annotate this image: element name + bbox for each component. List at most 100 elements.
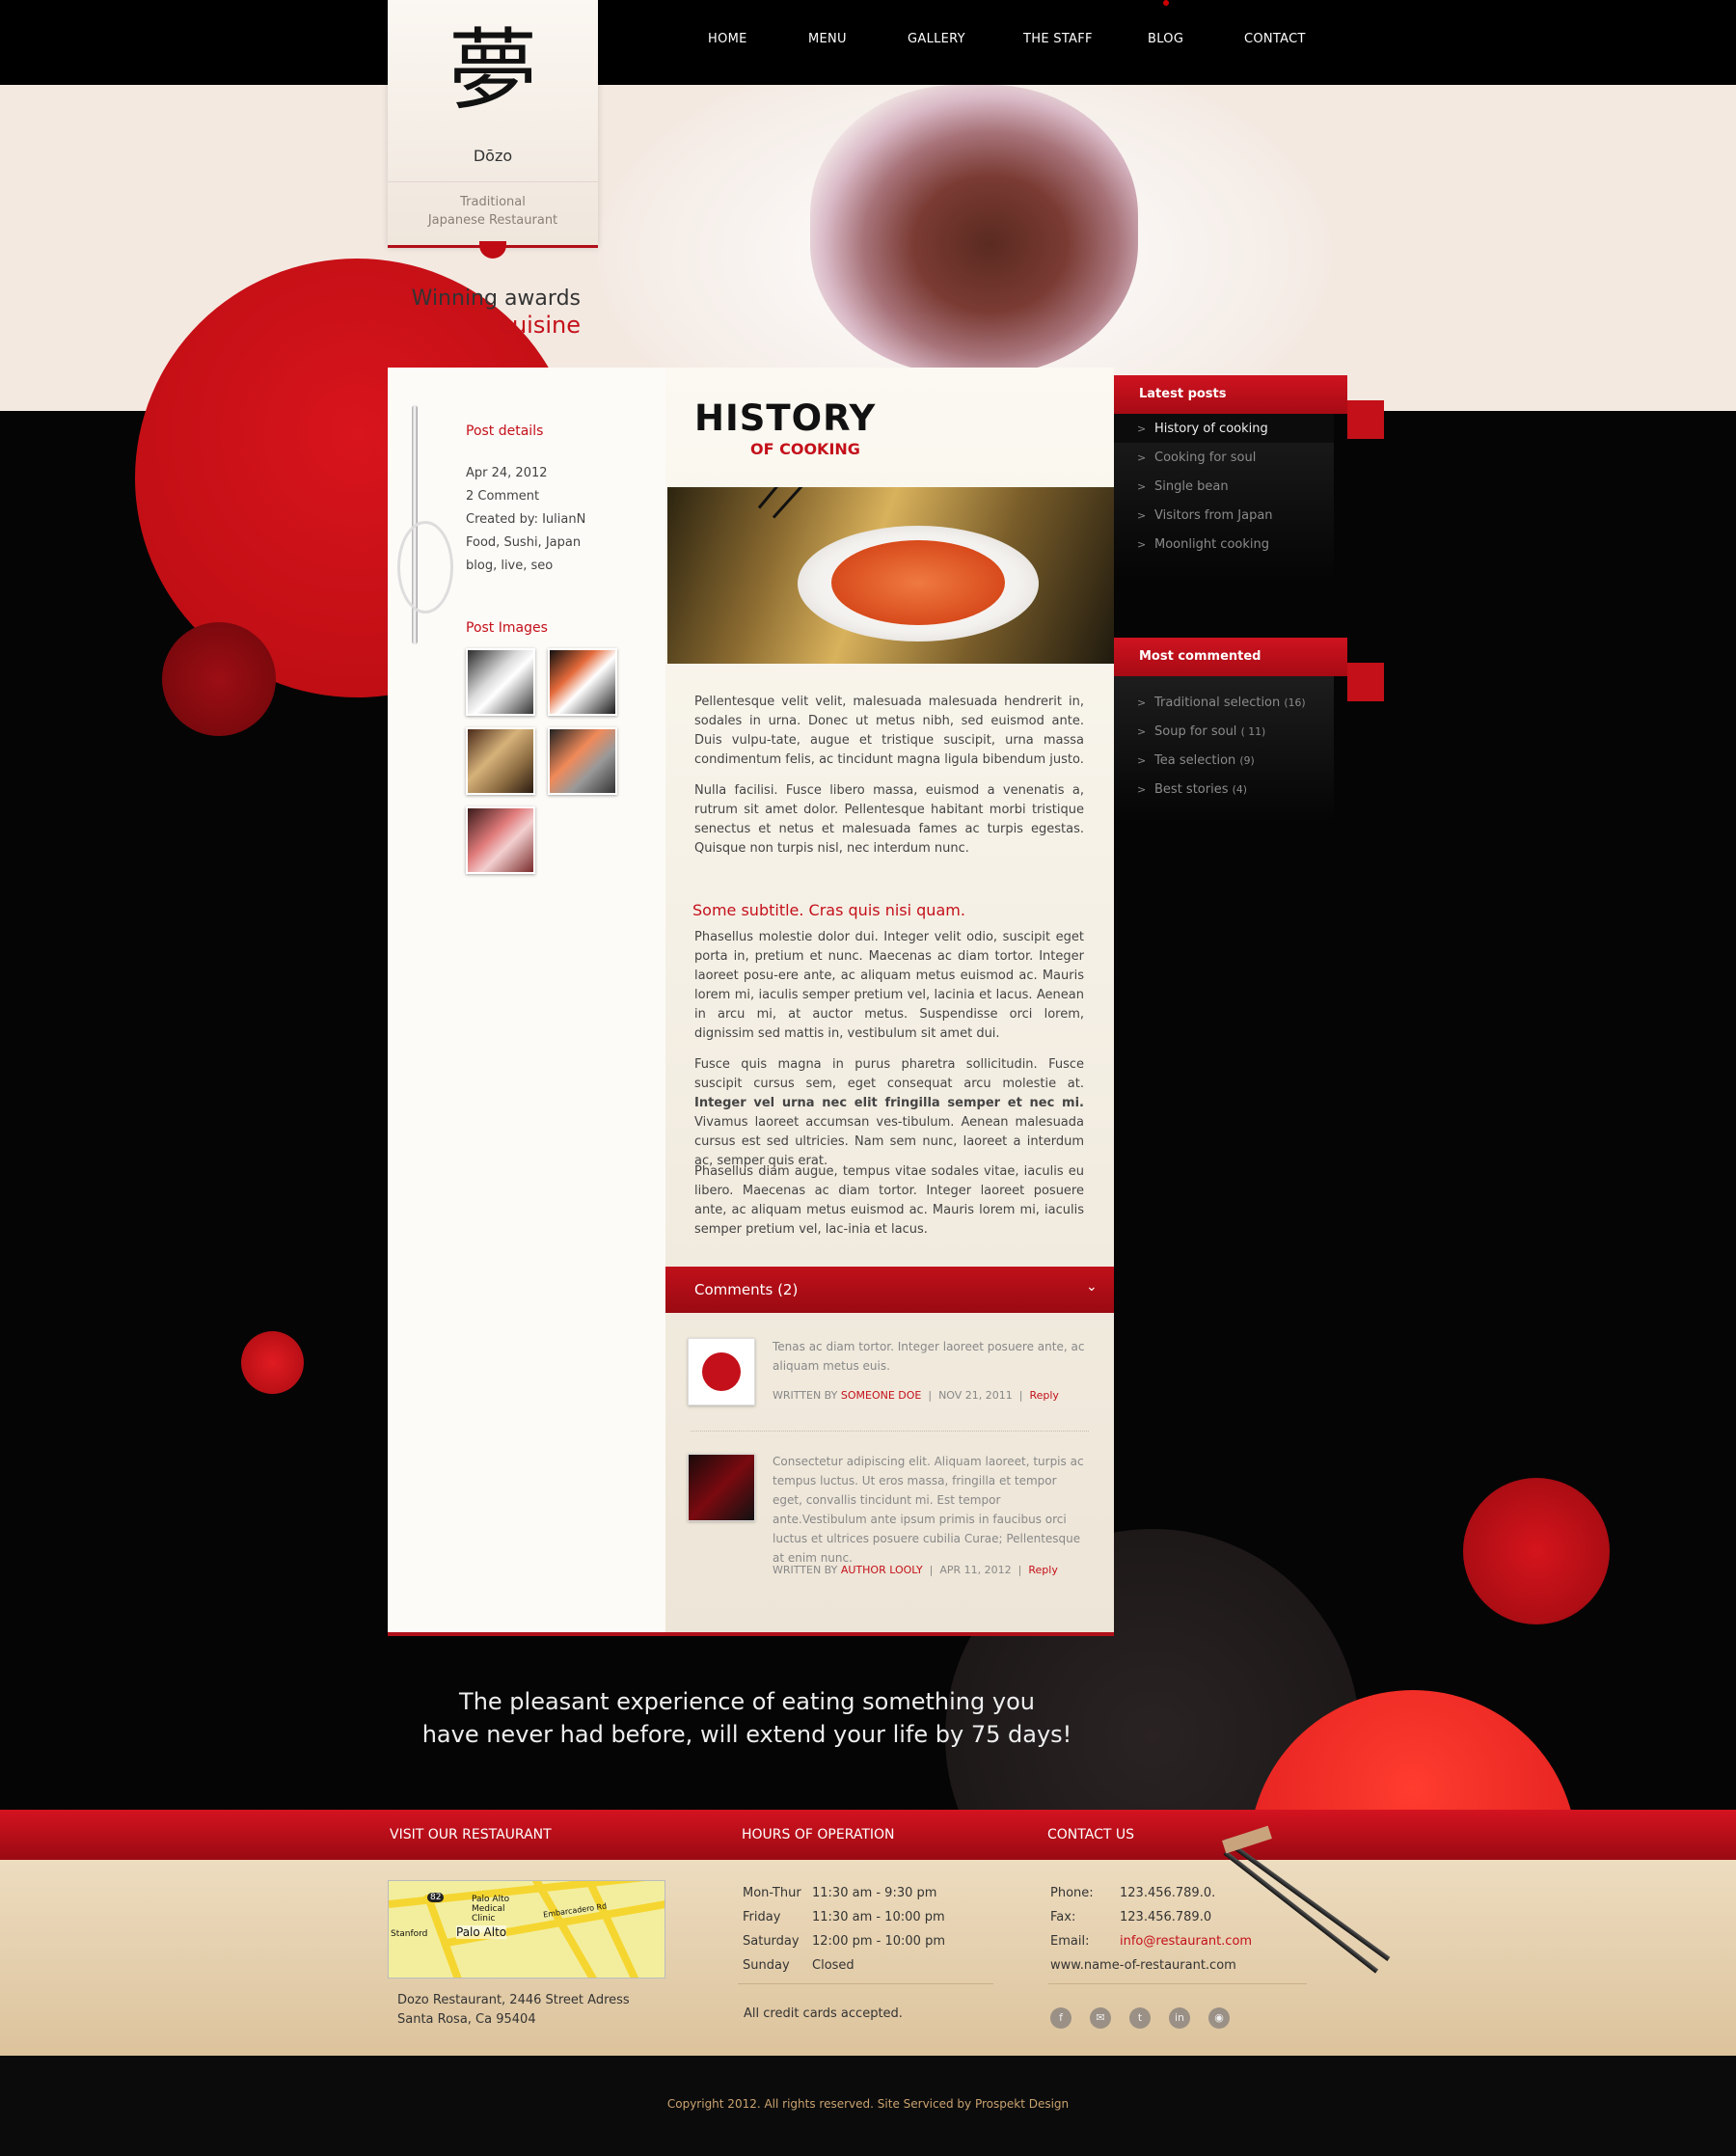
hours-row: Sunday Closed [743, 1953, 945, 1978]
nav-blog[interactable]: BLOG [1148, 32, 1183, 46]
hours-time: Closed [812, 1958, 854, 1973]
email-link[interactable]: info@restaurant.com [1120, 1934, 1252, 1949]
latest-posts-list: > History of cooking > Cooking for soul > S… [1114, 414, 1334, 578]
post-image-thumb[interactable] [466, 806, 535, 874]
contact-label: Phone: [1050, 1886, 1094, 1900]
latest-posts-header: Latest posts [1114, 375, 1347, 414]
ribbon-fold [1347, 663, 1384, 701]
sidebar-item-single-bean[interactable]: > Single bean [1137, 479, 1229, 494]
hours-time: 11:30 am - 9:30 pm [812, 1886, 937, 1900]
comment-date: APR 11, 2012 [939, 1564, 1012, 1576]
post-categories[interactable]: Food, Sushi, Japan [466, 532, 585, 555]
nav-menu[interactable]: MENU [808, 32, 847, 46]
sidebar-item-label: Tea selection [1154, 753, 1236, 768]
sidebar-title: Most commented [1139, 649, 1261, 664]
fax-value: 123.456.789.0 [1120, 1910, 1212, 1924]
sidebar-item-best-stories[interactable]: > Best stories (4) [1137, 782, 1247, 797]
logo-name: Dōzo [473, 147, 513, 165]
linkedin-icon[interactable]: in [1169, 2007, 1190, 2029]
chevron-right-icon: > [1137, 480, 1147, 493]
most-commented-list: > Traditional selection (16) > Soup for so… [1114, 676, 1334, 821]
comment-text: Tenas ac diam tortor. Integer laoreet po… [773, 1340, 1085, 1373]
payment-note: All credit cards accepted. [744, 2006, 903, 2021]
facebook-icon[interactable]: f [1050, 2007, 1071, 2029]
footer-title: HOURS OF OPERATION [742, 1827, 895, 1842]
hours-day: Mon-Thur [743, 1886, 801, 1900]
post-image-thumb[interactable] [548, 648, 617, 716]
chevron-right-icon: > [1137, 423, 1147, 435]
hours-table: Mon-Thur 11:30 am - 9:30 pm Friday 11:30 a… [743, 1881, 945, 1978]
chevron-right-icon: > [1137, 696, 1147, 709]
footer-address: Dozo Restaurant, 2446 Street Adress Sant… [397, 1991, 630, 2030]
website-link[interactable]: www.name-of-restaurant.com [1050, 1953, 1252, 1978]
post-image-thumb[interactable] [466, 648, 535, 716]
divider [388, 181, 598, 182]
comment-text: Consectetur adipiscing elit. Aliquam lao… [773, 1455, 1084, 1565]
article-title-sub: OF COOKING [750, 440, 860, 458]
post-author: Created by: IulianN [466, 512, 586, 527]
comments-header: Comments (2) [694, 1281, 799, 1298]
rss-icon[interactable]: ◉ [1208, 2007, 1230, 2029]
contact-label: Fax: [1050, 1910, 1076, 1924]
logo-tagline: Traditional Japanese Restaurant [388, 193, 598, 230]
divider [1048, 1983, 1307, 1984]
avatar [688, 1338, 755, 1405]
chevron-right-icon: > [1137, 754, 1147, 767]
sidebar-item-tea-selection[interactable]: > Tea selection (9) [1137, 753, 1255, 768]
twitter-icon[interactable]: t [1129, 2007, 1151, 2029]
location-map[interactable]: Palo Alto Palo Alto Medical Clinic Stanf… [388, 1880, 665, 1979]
chevron-right-icon: > [1137, 538, 1147, 551]
contact-info: Phone: 123.456.789.0. Fax: 123.456.789.0 E… [1050, 1881, 1252, 1978]
chevron-right-icon: > [1137, 451, 1147, 464]
sidebar-item-label: Cooking for soul [1154, 450, 1257, 465]
map-label: Palo Alto Medical Clinic [472, 1895, 510, 1924]
hours-day: Sunday [743, 1958, 790, 1973]
comment-meta: WRITTEN BY AUTHOR LOOLY | APR 11, 2012 |… [773, 1564, 1058, 1576]
map-label: Palo Alto [456, 1925, 507, 1939]
most-commented-header: Most commented [1114, 638, 1347, 676]
reply-link[interactable]: Reply [1029, 1389, 1058, 1402]
sidebar-item-moonlight-cooking[interactable]: > Moonlight cooking [1137, 537, 1269, 552]
comment-meta: WRITTEN BY SOMEONE DOE | NOV 21, 2011 | … [773, 1389, 1059, 1402]
logo-tagline-line: Traditional [460, 195, 526, 209]
nav-the-staff[interactable]: THE STAFF [1023, 32, 1093, 46]
mail-icon[interactable]: ✉ [1090, 2007, 1111, 2029]
logo-kanji: 夢 [448, 19, 537, 123]
post-comment-count[interactable]: 2 Comment [466, 485, 585, 508]
sidebar-title: Latest posts [1139, 387, 1227, 401]
sidebar-item-label: Moonlight cooking [1154, 537, 1269, 552]
post-image-thumb[interactable] [548, 727, 617, 795]
post-tags[interactable]: blog, live, seo [466, 555, 585, 578]
ribbon-decoration [397, 521, 453, 614]
comment-author[interactable]: AUTHOR LOOLY [841, 1564, 923, 1576]
sidebar-item-cooking-for-soul[interactable]: > Cooking for soul [1137, 450, 1256, 465]
reply-link[interactable]: Reply [1028, 1564, 1057, 1576]
logo[interactable]: 夢 Dōzo Traditional Japanese Restaurant [388, 0, 598, 246]
hours-row: Friday 11:30 am - 10:00 pm [743, 1905, 945, 1929]
nav-gallery[interactable]: GALLERY [908, 32, 965, 46]
hours-time: 12:00 pm - 10:00 pm [812, 1934, 945, 1949]
post-date: Apr 24, 2012 [466, 466, 548, 480]
nav-contact[interactable]: CONTACT [1244, 32, 1306, 46]
flag-circle-icon [702, 1352, 741, 1391]
footer-title: VISIT OUR RESTAURANT [390, 1827, 552, 1842]
nav-home[interactable]: HOME [708, 32, 747, 46]
map-route-badge: 82 [427, 1893, 445, 1902]
article-image [667, 487, 1114, 664]
text-span: Fusce quis magna in purus pharetra solli… [694, 1057, 1084, 1091]
sidebar-item-label: Soup for soul [1154, 724, 1237, 739]
sidebar-item-visitors-from-japan[interactable]: > Visitors from Japan [1137, 508, 1273, 523]
count: (4) [1232, 783, 1247, 796]
comment-author[interactable]: SOMEONE DOE [841, 1389, 922, 1402]
sidebar-item-label: Traditional selection [1154, 696, 1281, 710]
post-image-thumb[interactable] [466, 727, 535, 795]
sidebar-item-history-of-cooking[interactable]: > History of cooking [1137, 422, 1268, 436]
nav-active-indicator [1163, 0, 1169, 6]
hours-day: Friday [743, 1910, 781, 1924]
sidebar-item-soup-for-soul[interactable]: > Soup for soul ( 11) [1137, 724, 1265, 739]
quote-line: have never had before, will extend your … [421, 1721, 1072, 1748]
contact-row: Fax: 123.456.789.0 [1050, 1905, 1252, 1929]
hours-day: Saturday [743, 1934, 800, 1949]
chevron-down-icon[interactable]: ⌄ [1086, 1279, 1098, 1295]
sidebar-item-traditional-selection[interactable]: > Traditional selection (16) [1137, 696, 1306, 710]
